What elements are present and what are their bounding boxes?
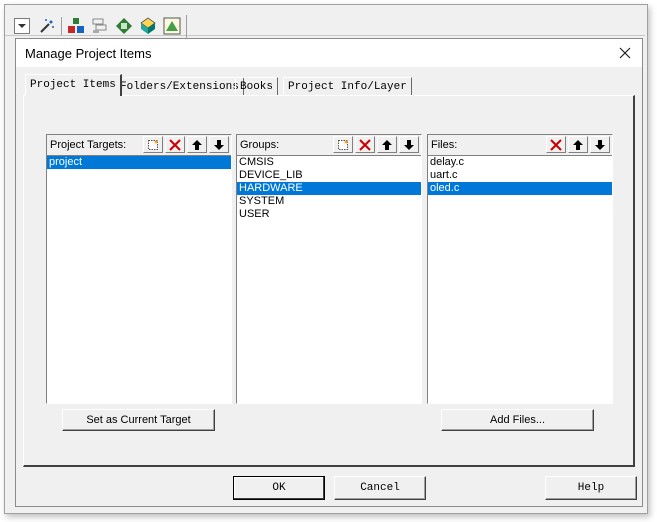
tab-project-info-layer[interactable]: Project Info/Layer xyxy=(283,77,412,95)
add-files-button[interactable]: Add Files... xyxy=(441,409,594,431)
new-group-button[interactable] xyxy=(333,136,353,153)
new-target-button[interactable] xyxy=(143,136,163,153)
files-group: Files: delay.c uart.c oled.c xyxy=(427,134,613,404)
cancel-button[interactable]: Cancel xyxy=(334,476,426,500)
move-group-up-button[interactable] xyxy=(377,136,397,153)
arrow-down-icon xyxy=(214,140,224,150)
move-file-down-button[interactable] xyxy=(590,136,610,153)
group-item[interactable]: USER xyxy=(237,208,421,221)
groups-header: Groups: xyxy=(237,135,421,156)
arrow-down-icon xyxy=(595,140,605,150)
arrow-up-icon xyxy=(382,140,392,150)
group-item[interactable]: DEVICE_LIB xyxy=(237,169,421,182)
ok-button[interactable]: OK xyxy=(233,476,325,500)
delete-target-button[interactable] xyxy=(165,136,185,153)
project-targets-header: Project Targets: xyxy=(47,135,231,156)
delete-file-button[interactable] xyxy=(546,136,566,153)
help-button[interactable]: Help xyxy=(545,476,637,500)
project-targets-list[interactable]: project xyxy=(47,156,231,403)
file-item[interactable]: delay.c xyxy=(428,156,612,169)
files-header: Files: xyxy=(428,135,612,156)
file-item[interactable]: uart.c xyxy=(428,169,612,182)
manage-components-icon[interactable] xyxy=(67,17,85,35)
title-bar: Manage Project Items xyxy=(16,39,642,67)
target-item[interactable]: project xyxy=(47,156,231,169)
group-item[interactable]: CMSIS xyxy=(237,156,421,169)
arrow-up-icon xyxy=(573,140,583,150)
project-targets-group: Project Targets: project xyxy=(46,134,232,404)
toolbar-separator xyxy=(61,17,62,35)
move-target-up-button[interactable] xyxy=(187,136,207,153)
files-label: Files: xyxy=(431,139,458,151)
move-file-up-button[interactable] xyxy=(568,136,588,153)
arrow-up-icon xyxy=(192,140,202,150)
manage-project-items-dialog: Manage Project Items Project Items Folde… xyxy=(15,38,643,507)
move-target-down-button[interactable] xyxy=(209,136,229,153)
groups-group: Groups: CMSIS DEVICE_LIB HARDWARE SYSTEM USE… xyxy=(236,134,422,404)
files-list[interactable]: delay.c uart.c oled.c xyxy=(428,156,612,403)
close-icon[interactable] xyxy=(614,43,636,63)
new-item-icon xyxy=(338,140,348,150)
rte-icon[interactable] xyxy=(163,17,181,35)
project-targets-label: Project Targets: xyxy=(50,139,127,151)
dialog-title: Manage Project Items xyxy=(25,46,152,61)
ide-toolbar xyxy=(5,5,645,39)
toolbar-dropdown[interactable] xyxy=(14,18,30,34)
group-item[interactable]: SYSTEM xyxy=(237,195,421,208)
delete-group-button[interactable] xyxy=(355,136,375,153)
groups-list[interactable]: CMSIS DEVICE_LIB HARDWARE SYSTEM USER xyxy=(237,156,421,403)
arrow-down-icon xyxy=(404,140,414,150)
move-group-down-button[interactable] xyxy=(399,136,419,153)
toolbar-end-separator xyxy=(186,15,187,39)
magic-wand-icon[interactable] xyxy=(38,17,56,35)
group-item[interactable]: HARDWARE xyxy=(237,182,421,195)
tab-project-items[interactable]: Project Items xyxy=(25,74,122,96)
groups-label: Groups: xyxy=(240,139,280,151)
delete-icon xyxy=(169,139,181,151)
tab-books[interactable]: Books xyxy=(235,77,279,95)
new-item-icon xyxy=(148,140,158,150)
tab-folders-extensions[interactable]: Folders/Extensions xyxy=(115,77,244,95)
select-packs-icon[interactable] xyxy=(115,17,133,35)
file-item[interactable]: oled.c xyxy=(428,182,612,195)
set-current-target-button[interactable]: Set as Current Target xyxy=(62,409,215,431)
pack-installer-icon[interactable] xyxy=(139,17,157,35)
delete-icon xyxy=(359,139,371,151)
batch-build-icon[interactable] xyxy=(91,17,109,35)
delete-icon xyxy=(550,139,562,151)
